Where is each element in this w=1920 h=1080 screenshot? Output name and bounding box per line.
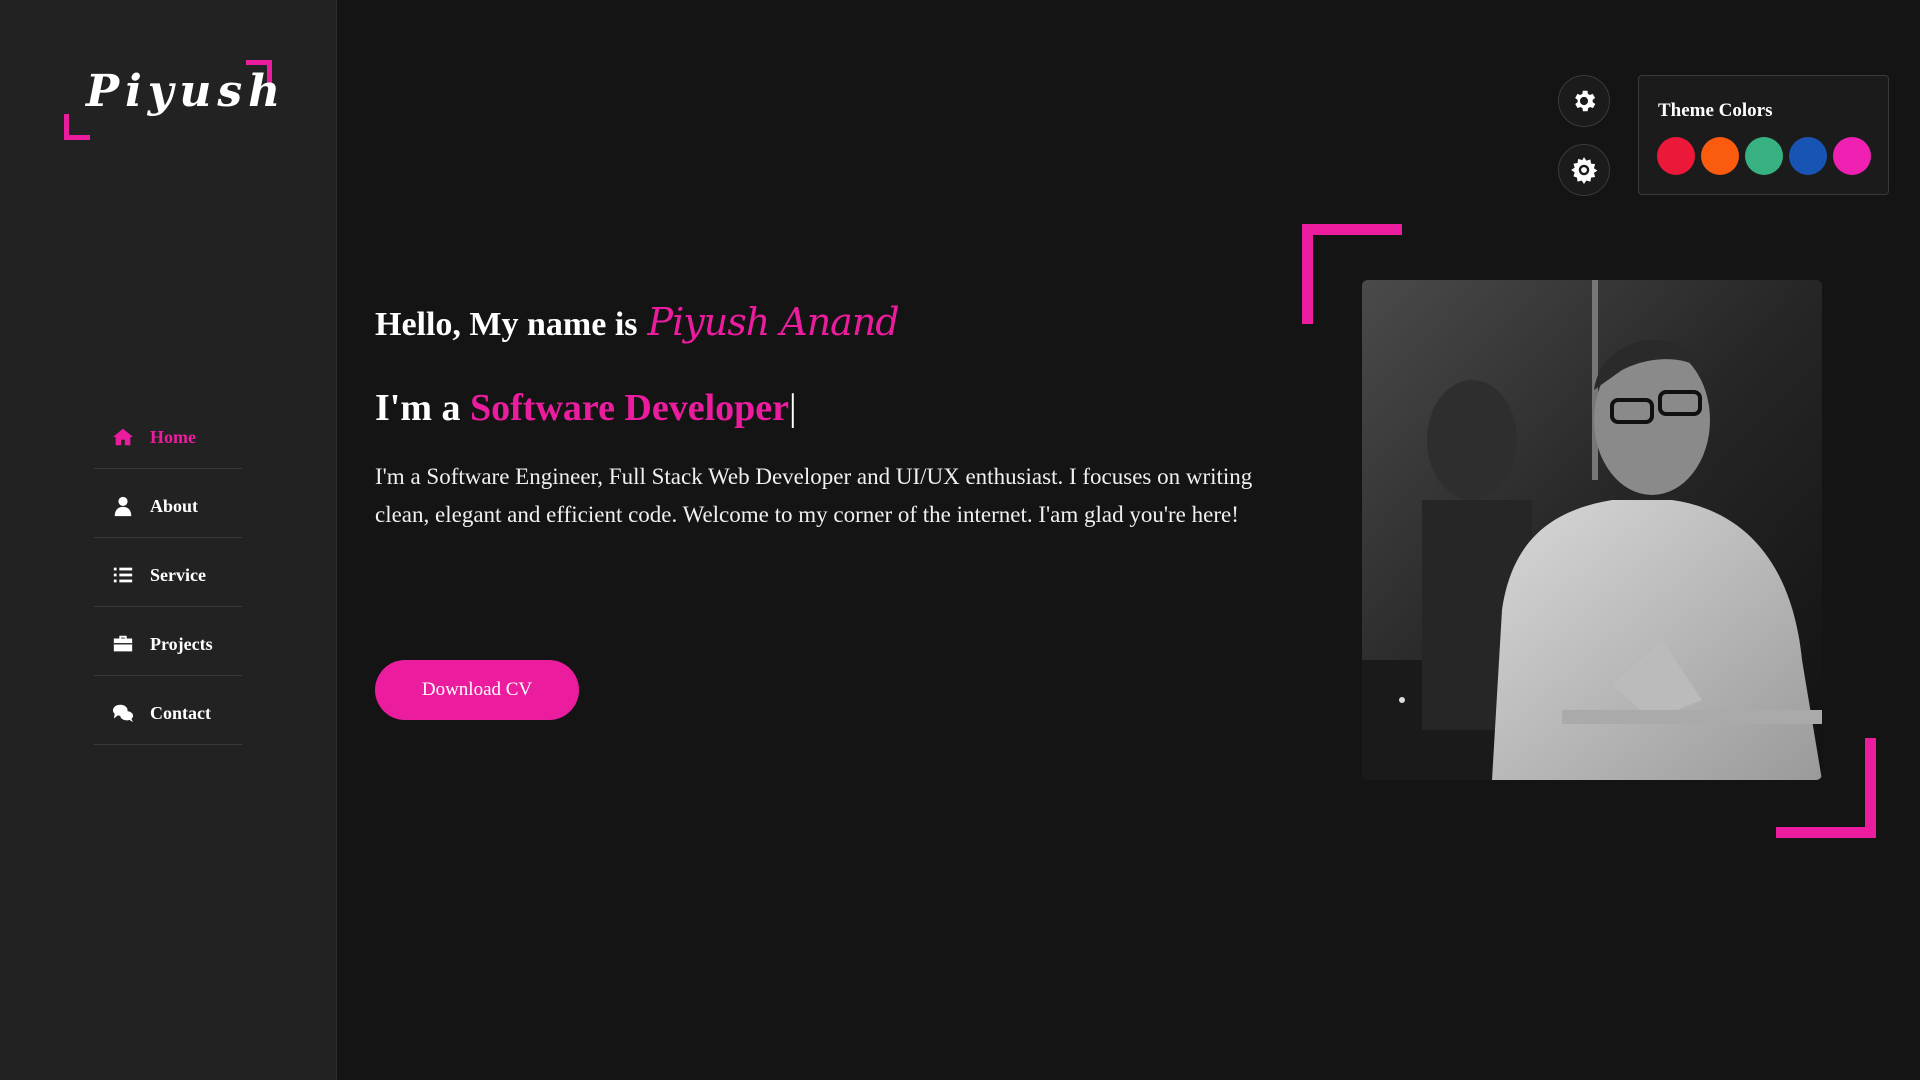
- logo[interactable]: Piyush: [64, 60, 280, 140]
- briefcase-icon: [110, 633, 136, 655]
- settings-toggle-button[interactable]: [1558, 75, 1610, 127]
- greeting-text: Hello, My name is: [375, 306, 638, 343]
- user-icon: [110, 495, 136, 517]
- role-text: Software Developer: [470, 387, 790, 429]
- photo-frame-corner-bottom-right: [1776, 738, 1876, 838]
- greeting-heading: Hello, My name is Piyush Anand: [375, 300, 900, 344]
- nav-item-home[interactable]: Home: [94, 400, 242, 469]
- hero-name: Piyush Anand: [647, 300, 900, 344]
- nav-item-about[interactable]: About: [94, 469, 242, 538]
- logo-corner-bottom-left: [64, 114, 90, 140]
- logo-text: Piyush: [86, 66, 287, 117]
- dark-mode-toggle-button[interactable]: [1558, 144, 1610, 196]
- sidebar: Piyush Home About Service Projects Conta…: [0, 0, 337, 1080]
- theme-swatch-pink[interactable]: [1833, 137, 1871, 175]
- theme-swatch-blue[interactable]: [1789, 137, 1827, 175]
- nav-item-label: Service: [150, 564, 206, 585]
- download-cv-button[interactable]: Download CV: [375, 660, 579, 720]
- theme-swatch-orange[interactable]: [1701, 137, 1739, 175]
- home-icon: [110, 426, 136, 448]
- nav-item-label: Contact: [150, 702, 211, 723]
- sun-gear-icon: [1570, 156, 1598, 184]
- gear-icon: [1570, 87, 1598, 115]
- role-heading: I'm a Software Developer|: [375, 386, 797, 430]
- nav-item-label: About: [150, 495, 199, 516]
- theme-swatches: [1657, 137, 1871, 175]
- nav-item-service[interactable]: Service: [94, 538, 242, 607]
- theme-colors-title: Theme Colors: [1658, 100, 1773, 121]
- nav-item-label: Home: [150, 426, 196, 447]
- typing-cursor: |: [789, 387, 797, 429]
- profile-photo: [1362, 280, 1822, 780]
- nav-item-contact[interactable]: Contact: [94, 676, 242, 745]
- theme-colors-panel: Theme Colors: [1638, 75, 1889, 195]
- theme-swatch-red[interactable]: [1657, 137, 1695, 175]
- list-icon: [110, 564, 136, 586]
- nav-item-label: Projects: [150, 633, 213, 654]
- nav-item-projects[interactable]: Projects: [94, 607, 242, 676]
- bio-paragraph: I'm a Software Engineer, Full Stack Web …: [375, 464, 1253, 527]
- role-prefix: I'm a: [375, 387, 461, 429]
- main-nav: Home About Service Projects Contact: [94, 400, 242, 745]
- theme-swatch-green[interactable]: [1745, 137, 1783, 175]
- chat-icon: [110, 702, 136, 724]
